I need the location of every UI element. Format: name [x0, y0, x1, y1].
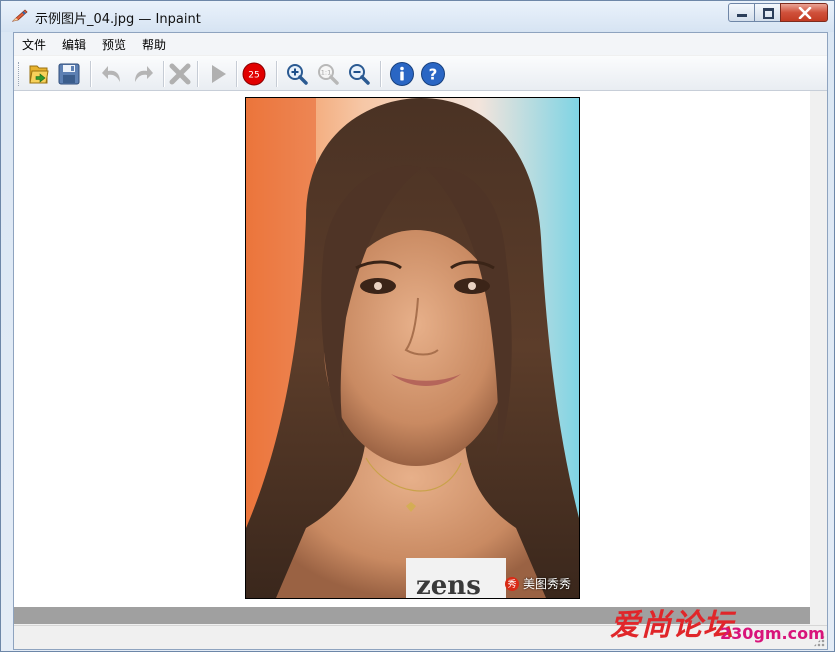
toolbar-separator — [380, 61, 381, 87]
zoom-actual-button[interactable]: 1:1 — [314, 60, 342, 88]
meitu-watermark: 秀 美图秀秀 — [504, 575, 571, 592]
menu-file[interactable]: 文件 — [22, 36, 46, 53]
zoom-actual-icon: 1:1 — [318, 64, 339, 85]
toolbar-separator — [276, 61, 277, 87]
menu-help[interactable]: 帮助 — [142, 36, 166, 53]
info-button[interactable] — [388, 60, 416, 88]
zoom-ratio-label: 1:1 — [321, 69, 331, 77]
maximize-button[interactable] — [754, 3, 781, 22]
minimize-button[interactable] — [728, 3, 755, 22]
clear-button[interactable] — [166, 60, 194, 88]
close-icon — [798, 7, 812, 19]
marker-size-button[interactable]: 25 — [240, 60, 268, 88]
menu-bar: 文件 编辑 预览 帮助 — [14, 33, 827, 55]
open-icon — [29, 65, 49, 84]
inpaint-pencil-icon — [12, 9, 28, 22]
toolbar-separator — [90, 61, 91, 87]
menu-edit[interactable]: 编辑 — [62, 36, 86, 53]
vertical-scroll-area[interactable] — [810, 91, 827, 607]
svg-text:?: ? — [429, 66, 438, 84]
clear-icon — [169, 63, 191, 85]
portrait-image: zens — [246, 98, 579, 598]
window-title: 示例图片_04.jpg — Inpaint — [35, 12, 201, 27]
save-button[interactable] — [55, 60, 83, 88]
zoom-in-button[interactable] — [283, 60, 311, 88]
close-button[interactable] — [780, 3, 828, 22]
redo-button[interactable] — [129, 60, 157, 88]
shirt-logo-text: zens — [416, 571, 481, 598]
app-window: 示例图片_04.jpg — Inpaint 文件 编辑 预览 帮助 25 1:1… — [0, 0, 835, 652]
menu-preview[interactable]: 预览 — [102, 36, 126, 53]
run-button[interactable] — [204, 60, 232, 88]
zoom-out-button[interactable] — [345, 60, 373, 88]
toolbar-grip[interactable] — [18, 62, 22, 86]
help-icon: ? — [421, 62, 445, 86]
zoom-in-icon — [287, 64, 308, 85]
help-button[interactable]: ? — [419, 60, 447, 88]
marker-size-value: 25 — [248, 71, 259, 81]
marker-size-icon: 25 — [242, 62, 266, 86]
toolbar: 25 1:1 ? — [14, 56, 827, 91]
redo-icon — [135, 66, 153, 82]
forum-watermark-url: 230gm.com — [720, 624, 825, 643]
zoom-out-icon — [349, 64, 370, 85]
toolbar-separator — [236, 61, 237, 87]
client-area: 文件 编辑 预览 帮助 25 1:1 ? zens 秀 美图秀秀 — [13, 32, 828, 650]
forum-watermark-logo: 爱尚论坛 — [610, 608, 734, 643]
undo-button[interactable] — [98, 60, 126, 88]
meitu-badge-icon: 秀 — [504, 576, 519, 591]
undo-icon — [102, 66, 120, 82]
toolbar-separator — [163, 61, 164, 87]
title-bar[interactable]: 示例图片_04.jpg — Inpaint — [1, 1, 834, 31]
info-icon — [390, 62, 414, 86]
photo[interactable]: zens 秀 美图秀秀 — [245, 97, 580, 599]
save-icon — [58, 63, 80, 85]
open-button[interactable] — [25, 60, 53, 88]
watermark-text: 美图秀秀 — [522, 577, 571, 591]
run-icon — [212, 65, 226, 83]
image-canvas[interactable]: zens 秀 美图秀秀 — [14, 91, 810, 607]
toolbar-separator — [197, 61, 198, 87]
